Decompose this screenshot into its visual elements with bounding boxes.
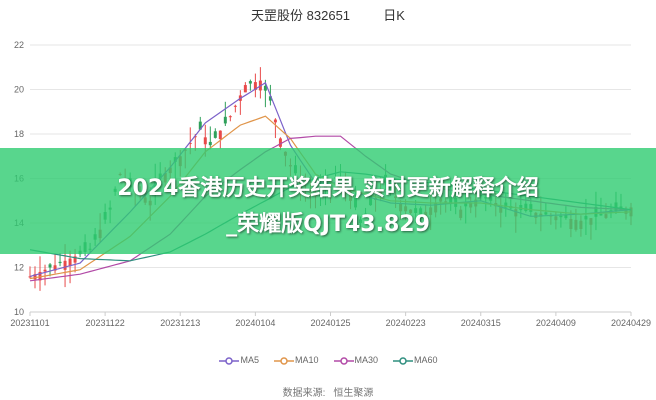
x-tick-label: 20240125: [310, 318, 350, 328]
candle-body: [243, 85, 247, 93]
y-tick-label: 12: [14, 263, 24, 273]
x-tick-label: 20240223: [386, 318, 426, 328]
chart-legend: MA5 MA10 MA30 MA60: [0, 355, 656, 366]
legend-item-ma60[interactable]: MA60: [392, 355, 438, 366]
x-tick-label: 20231122: [85, 318, 124, 328]
y-tick-label: 10: [14, 307, 24, 317]
candle-body: [48, 264, 52, 268]
chart-panel: 天罡股份 832651 日K 1012141618202220231101202…: [0, 0, 656, 400]
legend-item-ma5[interactable]: MA5: [218, 355, 259, 366]
legend-item-ma30[interactable]: MA30: [333, 355, 379, 366]
legend-label: MA5: [240, 355, 259, 365]
x-tick-label: 20240409: [536, 318, 576, 328]
legend-item-ma10[interactable]: MA10: [273, 355, 319, 366]
candle-body: [203, 137, 207, 145]
legend-label: MA30: [354, 355, 379, 365]
x-tick-label: 20231101: [10, 318, 49, 328]
legend-swatch: [333, 356, 354, 365]
source-value: 恒生聚源: [333, 388, 374, 399]
data-source: 数据来源: 恒生聚源: [0, 384, 656, 399]
promo-banner: 2024香港历史开奖结果,实时更新解释介绍 _荣耀版QJT43.829: [0, 148, 656, 254]
candle-body: [218, 130, 222, 140]
candle-body: [248, 81, 252, 84]
y-tick-label: 18: [14, 129, 24, 139]
candle-body: [213, 131, 217, 138]
candle-body: [228, 116, 232, 118]
legend-swatch: [273, 356, 294, 365]
y-tick-label: 22: [14, 40, 24, 50]
x-tick-label: 20240104: [235, 318, 275, 328]
banner-line-2: _荣耀版QJT43.829: [226, 212, 430, 237]
legend-swatch: [393, 356, 414, 365]
legend-label: MA60: [414, 355, 438, 365]
source-label: 数据来源:: [282, 388, 326, 399]
x-tick-label: 20231213: [160, 318, 200, 328]
candle-body: [58, 261, 62, 264]
x-tick-label: 20240429: [611, 318, 651, 328]
candle-body: [63, 260, 67, 270]
candle-body: [208, 141, 212, 146]
x-tick-label: 20240315: [461, 318, 501, 328]
y-tick-label: 20: [14, 85, 24, 95]
legend-label: MA10: [294, 355, 319, 365]
banner-line-1: 2024香港历史开奖结果,实时更新解释介绍: [117, 176, 539, 201]
candle-body: [273, 119, 277, 123]
legend-swatch: [219, 356, 240, 365]
candle-body: [233, 105, 237, 107]
candle-body: [223, 116, 227, 124]
candle-body: [43, 269, 47, 272]
